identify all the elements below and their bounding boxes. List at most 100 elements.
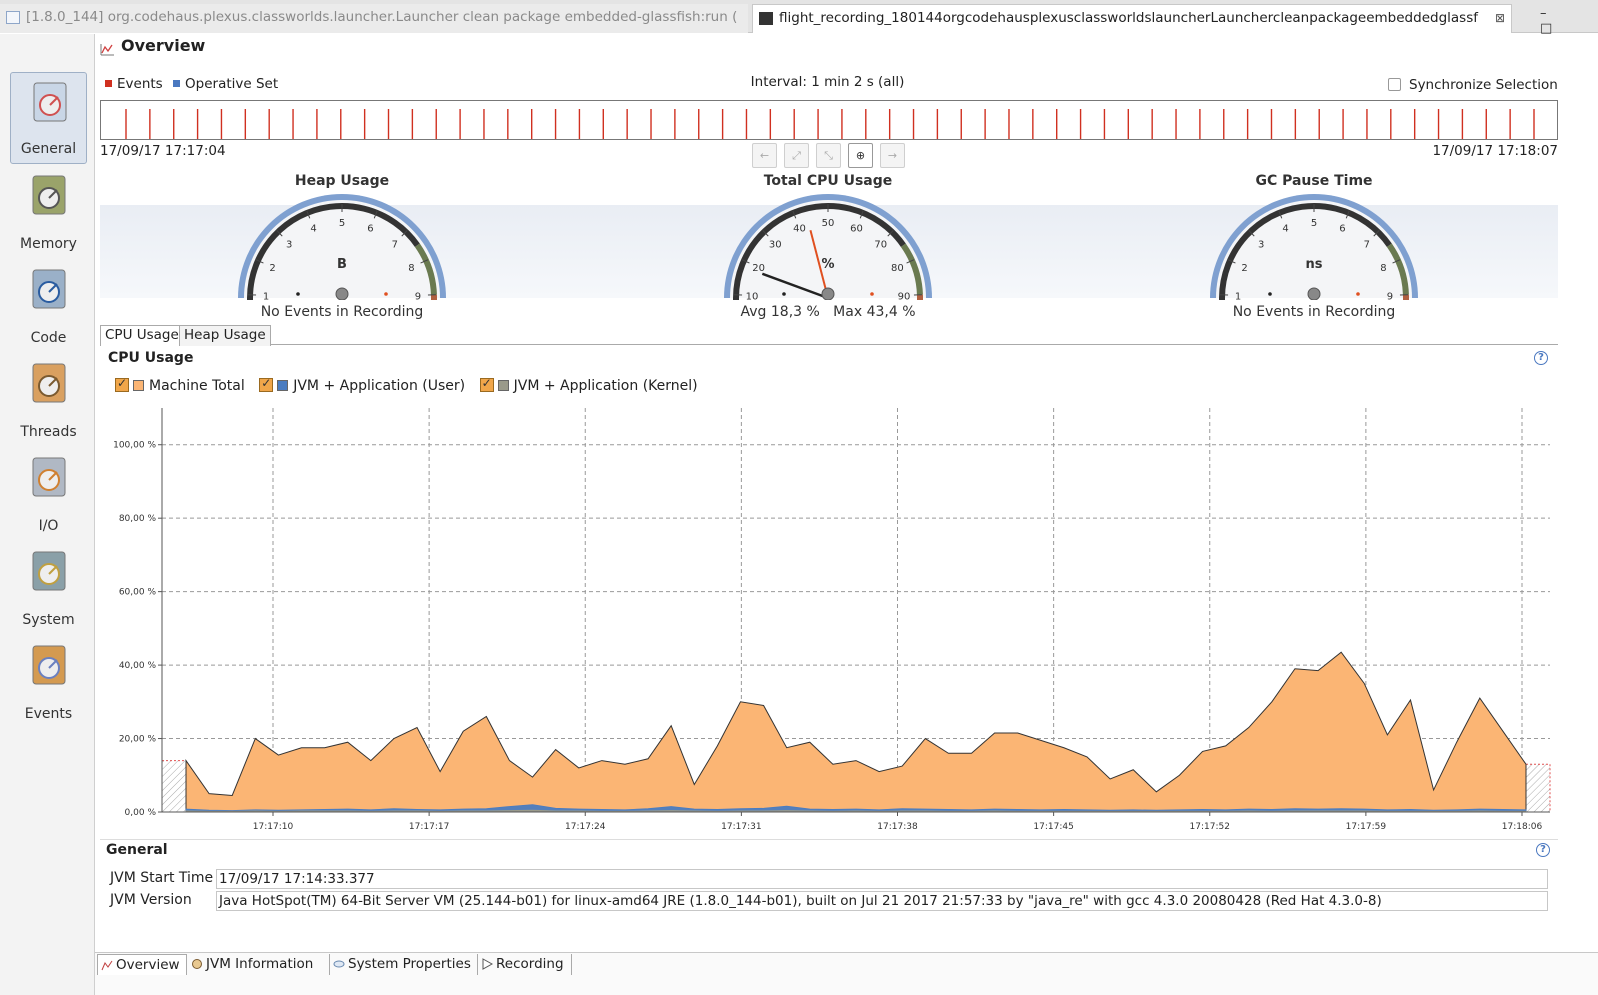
checkbox-icon [479,376,494,392]
legend-operative-set: Operative Set [185,76,279,92]
memory-module-icon [32,175,66,215]
cpu-usage-gauge: 0102030405060708090100% [724,194,932,300]
system-properties-icon [333,960,345,968]
help-icon[interactable]: ? [1536,843,1550,857]
events-swatch [105,80,112,87]
gauge-tick-label: 8 [408,263,414,274]
legend-item-jvm-kernel[interactable]: JVM + Application (Kernel) [479,376,698,394]
sidebar-item-system[interactable]: System [10,542,87,634]
sidebar-item-label: General [20,141,77,157]
gauge-tick-label: 90 [898,291,911,300]
sidebar-item-label: I/O [38,518,59,534]
jvm-info-icon [192,959,202,969]
jvm-version-label: JVM Version [110,892,192,908]
zoom-in-button[interactable]: ⤡ [816,143,841,168]
heap-usage-gauge-title: Heap Usage [294,173,390,189]
zoom-out-button[interactable]: ⤢ [784,143,809,168]
sidebar-item-threads[interactable]: Threads [10,354,87,446]
sidebar-item-label: Code [30,330,67,346]
gauge-unit: ns [1306,257,1323,272]
system-icon [32,551,66,591]
x-tick-label: 17:17:45 [1033,822,1073,832]
events-box-icon [32,645,66,685]
tab-cpu-usage[interactable]: CPU Usage [100,325,184,346]
gauge-tick-label: 10 [746,291,759,300]
sidebar-item-memory[interactable]: Memory [10,166,87,258]
tab-label: System Properties [348,956,471,972]
general-gauge-icon [33,82,67,122]
legend-label: JVM + Application (Kernel) [513,378,698,394]
y-tick-label: 20,00 % [119,735,157,745]
gauge-tick-label: 4 [1282,224,1288,235]
sidebar-item-events[interactable]: Events [10,636,87,728]
overview-icon [100,44,114,56]
scroll-right-button[interactable]: → [880,143,905,168]
gauge-tick-label: 1 [1235,291,1241,300]
cpu-legend: Machine Total JVM + Application (User) J… [115,376,698,394]
tab-heap-usage[interactable]: Heap Usage [179,325,271,346]
cpu-usage-chart[interactable]: 0,00 % 20,00 % 40,00 % 60,00 % 80,00 % 100,00… [100,400,1558,840]
tab-recording[interactable]: Recording [478,954,572,975]
gc-pause-gauge-title: GC Pause Time [1255,173,1373,189]
tab-label: Recording [496,956,564,972]
minimize-button[interactable]: – [1540,6,1567,21]
legend-label: Machine Total [149,378,245,394]
page-title: Overview [121,36,206,55]
heap-usage-gauge: 012345678910B [238,194,446,300]
gauge-tick-label: 7 [1364,239,1370,250]
sidebar-item-label: Memory [20,236,77,252]
gauge-tick-label: 1 [263,291,269,300]
sidebar: General Memory Code Threads I/O System Events [0,34,95,995]
help-icon[interactable]: ? [1534,351,1548,365]
editor-tab-flight-recording[interactable]: flight_recording_180144orgcodehausplexus… [752,4,1512,33]
sidebar-item-code[interactable]: Code [10,260,87,352]
gc-pause-caption: No Events in Recording [1232,304,1396,320]
x-tick-label: 17:17:38 [877,822,918,832]
gauge-tick-label: 8 [1380,263,1386,274]
gauge-tick-label: 50 [822,218,835,229]
divider [100,839,1558,840]
gauge-tick-label: 70 [874,239,887,250]
legend-events: Events [117,76,163,92]
close-tab-icon[interactable]: ⊠ [1495,5,1505,32]
scroll-left-button[interactable]: ← [752,143,777,168]
tab-label: JVM Information [206,956,314,972]
editor-tab-bar: [1.8.0_144] org.codehaus.plexus.classwor… [0,0,1598,36]
gauge-tick-label: 60 [850,224,863,235]
tab-system-properties[interactable]: System Properties [330,954,478,975]
gauge-tick-label: 6 [367,224,373,235]
sidebar-item-label: Events [24,706,73,722]
x-tick-label: 17:17:10 [253,822,294,832]
sidebar-item-general[interactable]: General [10,72,87,164]
cpu-maximum: Max 43,4 % [833,304,916,320]
legend-item-jvm-user[interactable]: JVM + Application (User) [259,376,465,394]
editor-tab-launcher[interactable]: [1.8.0_144] org.codehaus.plexus.classwor… [0,4,748,33]
cpu-usage-title: CPU Usage [108,350,194,366]
window-controls: –□ [1540,6,1598,36]
x-tick-label: 17:17:17 [409,822,449,832]
jvm-version-field[interactable]: Java HotSpot(TM) 64-Bit Server VM (25.14… [216,891,1548,911]
sidebar-item-i-o[interactable]: I/O [10,448,87,540]
bottom-tab-bar: Overview JVM Information System Properti… [95,952,1598,995]
event-timeline[interactable] [100,100,1558,140]
jvm-user-swatch [277,380,289,391]
maximize-button[interactable]: □ [1540,21,1572,36]
synchronize-selection-checkbox[interactable]: Synchronize Selection [1388,77,1558,93]
editor-tab-label: flight_recording_180144orgcodehausplexus… [779,10,1478,26]
legend-item-machine-total[interactable]: Machine Total [115,376,245,394]
y-tick-label: 0,00 % [125,808,157,818]
x-tick-label: 17:17:31 [721,822,761,832]
tab-overview[interactable]: Overview [97,954,187,975]
zoom-selection-button[interactable]: ⊕ [848,143,873,168]
gauge-unit: B [337,257,347,272]
tab-jvm-information[interactable]: JVM Information [188,954,330,975]
gauge-tick-label: 2 [1241,263,1247,274]
cpu-usage-gauge-title: Total CPU Usage [763,173,893,189]
gauge-tick-label: 5 [339,218,345,229]
range-start: 17/09/17 17:17:04 [100,143,226,159]
interval-label: Interval: 1 min 2 s (all) [750,74,905,90]
gauge-tick-label: 30 [769,239,782,250]
jvm-start-time-field[interactable]: 17/09/17 17:14:33.377 [216,869,1548,889]
chart-tabs: CPU Usage Heap Usage [100,325,1558,346]
x-tick-label: 17:17:24 [565,822,606,832]
